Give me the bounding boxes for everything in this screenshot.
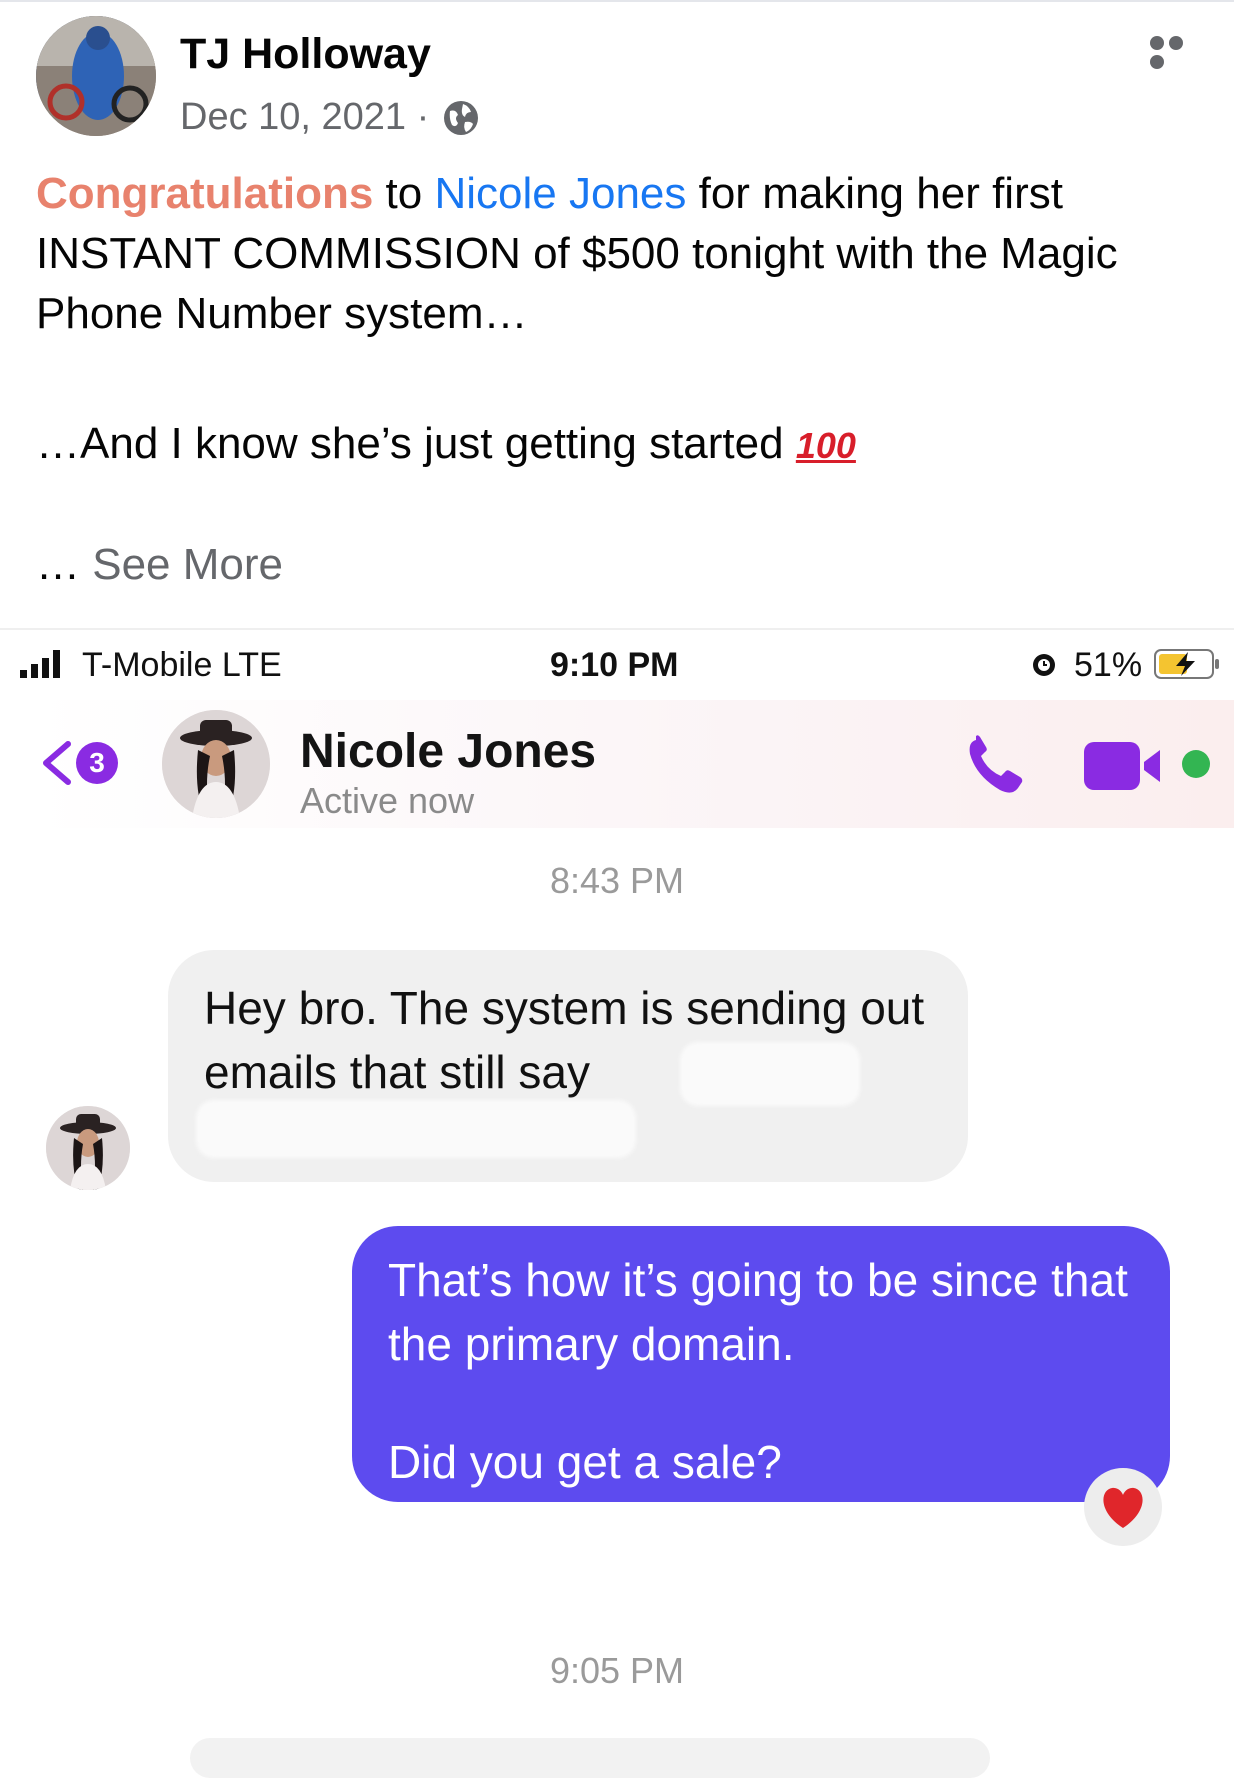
top-divider (0, 0, 1234, 2)
outgoing-line-2: Did you get a sale? (388, 1436, 782, 1488)
post-body: Congratulations to Nicole Jones for maki… (36, 164, 1206, 476)
post-text-line2: …And I know she’s just getting started (36, 419, 796, 468)
battery-percent: 51% (1074, 646, 1143, 684)
outgoing-message-bubble[interactable]: That’s how it’s going to be since that t… (352, 1226, 1170, 1502)
message-timestamp: 9:05 PM (549, 1650, 685, 1691)
more-options-icon[interactable] (1150, 36, 1206, 69)
author-avatar[interactable] (36, 16, 156, 136)
unread-count-badge[interactable]: 3 (76, 742, 118, 784)
outgoing-message-text: That’s how it’s going to be since that t… (388, 1248, 1148, 1494)
see-more-label[interactable]: See More (92, 540, 283, 589)
contact-avatar[interactable] (162, 710, 270, 818)
status-bar: T-Mobile LTE 9:10 PM 51% (0, 630, 1234, 700)
message-timestamp: 8:43 PM (549, 860, 685, 901)
contact-status: Active now (300, 780, 475, 821)
contact-name: Nicole Jones (300, 725, 597, 778)
carrier-label: T-Mobile LTE (82, 646, 282, 684)
post-meta: Dec 10, 2021 · (180, 96, 481, 139)
incoming-avatar (46, 1106, 130, 1190)
back-chevron-icon[interactable] (38, 738, 74, 788)
congrats-word: Congratulations (36, 169, 374, 218)
see-more-dots: … (36, 540, 93, 589)
attached-screenshot[interactable]: T-Mobile LTE 9:10 PM 51% 3 Nicole Jones … (0, 628, 1234, 1778)
online-status-dot (1182, 750, 1210, 778)
mention-link[interactable]: Nicole Jones (434, 169, 686, 218)
status-time: 9:10 PM (550, 646, 679, 684)
chat-header: 3 Nicole Jones Active now (34, 700, 1234, 828)
partial-message-bubble (190, 1738, 990, 1778)
globe-icon (444, 100, 479, 135)
heart-icon[interactable] (1084, 1468, 1162, 1546)
alarm-icon (1033, 654, 1055, 676)
see-more-link[interactable]: … See More (36, 540, 283, 590)
hundred-emoji-icon: 100 (795, 425, 856, 466)
redacted-text-overlay (196, 1100, 636, 1158)
incoming-message-bubble[interactable]: Hey bro. The system is sending out email… (168, 950, 968, 1182)
text-to: to (373, 169, 435, 218)
video-call-icon[interactable] (1082, 738, 1172, 794)
post-date[interactable]: Dec 10, 2021 · (180, 96, 429, 139)
battery-charging-icon (1154, 649, 1219, 679)
phone-icon[interactable] (962, 734, 1028, 800)
redacted-text-overlay (680, 1042, 860, 1106)
author-name[interactable]: TJ Holloway (180, 30, 431, 79)
outgoing-line-1: That’s how it’s going to be since that t… (388, 1254, 1128, 1370)
signal-icon (20, 650, 60, 678)
